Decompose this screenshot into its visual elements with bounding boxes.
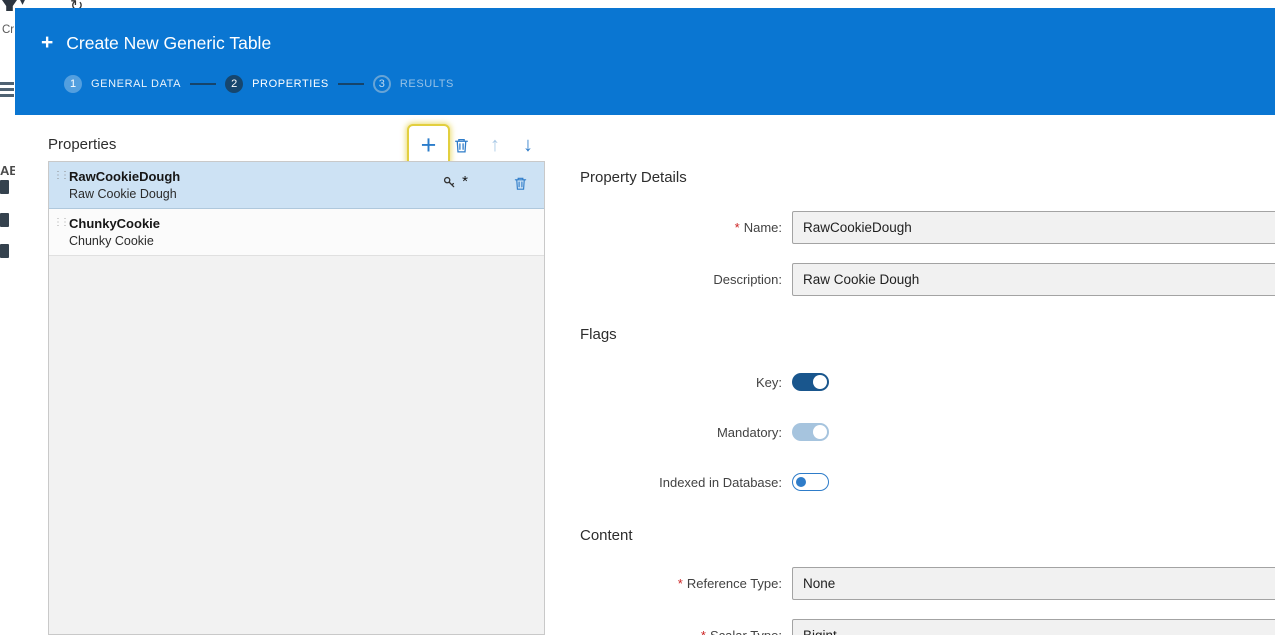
list-item-chunkycookie[interactable]: ⋮⋮ ChunkyCookie Chunky Cookie <box>49 209 544 256</box>
flags-heading: Flags <box>580 326 617 343</box>
key-label: Key: <box>562 375 782 390</box>
properties-list: ⋮⋮ RawCookieDough Raw Cookie Dough * ⋮⋮ … <box>48 161 545 635</box>
property-name: ChunkyCookie <box>69 215 544 232</box>
partial-icon <box>0 213 9 227</box>
step-2-label[interactable]: PROPERTIES <box>252 78 329 90</box>
move-down-button[interactable]: ↓ <box>523 132 533 158</box>
toggle-knob <box>813 425 827 439</box>
delete-item-button[interactable] <box>513 176 528 196</box>
indexed-label: Indexed in Database: <box>562 475 782 490</box>
mandatory-marker: * <box>462 175 468 189</box>
scalar-type-label: *Scalar Type: <box>562 628 782 635</box>
property-description: Chunky Cookie <box>69 232 544 250</box>
content-heading: Content <box>580 527 633 544</box>
name-label: *Name: <box>562 220 782 235</box>
name-input[interactable]: RawCookieDough <box>792 211 1275 244</box>
create-generic-table-dialog: + Create New Generic Table 1 GENERAL DAT… <box>15 8 1275 635</box>
dialog-header: + Create New Generic Table 1 GENERAL DAT… <box>15 8 1275 115</box>
drag-handle-icon[interactable]: ⋮⋮ <box>53 171 65 181</box>
step-connector <box>338 83 364 85</box>
plus-icon: + <box>421 132 437 159</box>
delete-property-button[interactable] <box>453 137 470 159</box>
required-marker: * <box>701 628 706 635</box>
reference-type-label: *Reference Type: <box>562 576 782 591</box>
toggle-knob <box>796 477 806 487</box>
properties-heading: Properties <box>48 136 116 153</box>
step-connector <box>190 83 216 85</box>
required-marker: * <box>678 576 683 591</box>
dialog-body: Properties + ↑ ↓ ⋮⋮ RawCookieDough Raw C… <box>15 115 1275 635</box>
partial-icon <box>0 180 9 194</box>
toggle-knob <box>813 375 827 389</box>
partial-icon <box>0 244 9 258</box>
wizard-stepper: 1 GENERAL DATA 2 PROPERTIES 3 RESULTS <box>15 75 1275 93</box>
property-details-heading: Property Details <box>580 169 687 186</box>
drag-handle-icon[interactable]: ⋮⋮ <box>53 218 65 228</box>
reference-type-select[interactable]: None <box>792 567 1275 600</box>
mandatory-toggle[interactable] <box>792 423 829 441</box>
indexed-toggle[interactable] <box>792 473 829 491</box>
key-icon <box>443 176 456 189</box>
screen: ▾ ↻ Cr AB + Create New Generic Table 1 G… <box>0 0 1275 635</box>
required-marker: * <box>735 220 740 235</box>
step-1-circle[interactable]: 1 <box>64 75 82 93</box>
title-row: + Create New Generic Table <box>15 31 1275 55</box>
step-3-circle: 3 <box>373 75 391 93</box>
key-toggle[interactable] <box>792 373 829 391</box>
chevron-down-icon: ▾ <box>20 0 25 8</box>
scalar-type-select[interactable]: Bigint <box>792 619 1275 635</box>
step-3-label: RESULTS <box>400 78 454 90</box>
property-name: RawCookieDough <box>69 168 544 185</box>
dialog-title: Create New Generic Table <box>66 33 271 54</box>
move-up-button[interactable]: ↑ <box>490 132 500 158</box>
partial-label-top: Cr <box>2 24 14 36</box>
description-input[interactable]: Raw Cookie Dough <box>792 263 1275 296</box>
mandatory-label: Mandatory: <box>562 425 782 440</box>
property-description: Raw Cookie Dough <box>69 185 544 203</box>
step-2-circle[interactable]: 2 <box>225 75 243 93</box>
list-item-rawcookiedough[interactable]: ⋮⋮ RawCookieDough Raw Cookie Dough * <box>49 162 544 209</box>
plus-icon: + <box>41 33 53 53</box>
property-markers: * <box>443 175 468 189</box>
description-label: Description: <box>562 272 782 287</box>
step-1-label[interactable]: GENERAL DATA <box>91 78 181 90</box>
